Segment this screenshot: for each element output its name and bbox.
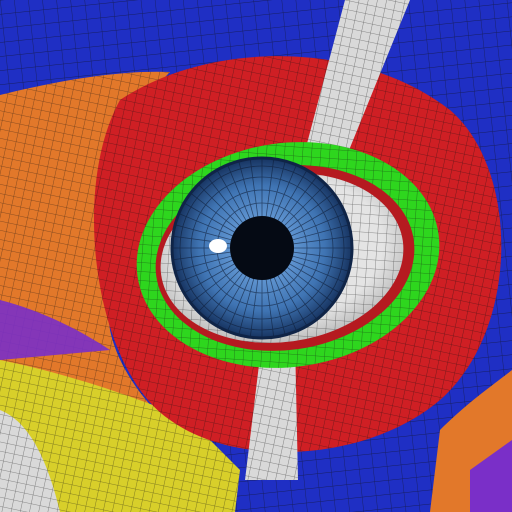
- mesh-viewport: [0, 0, 512, 512]
- eye-mesh-render: [0, 0, 512, 512]
- pupil: [230, 216, 294, 280]
- eye-highlight: [209, 239, 227, 253]
